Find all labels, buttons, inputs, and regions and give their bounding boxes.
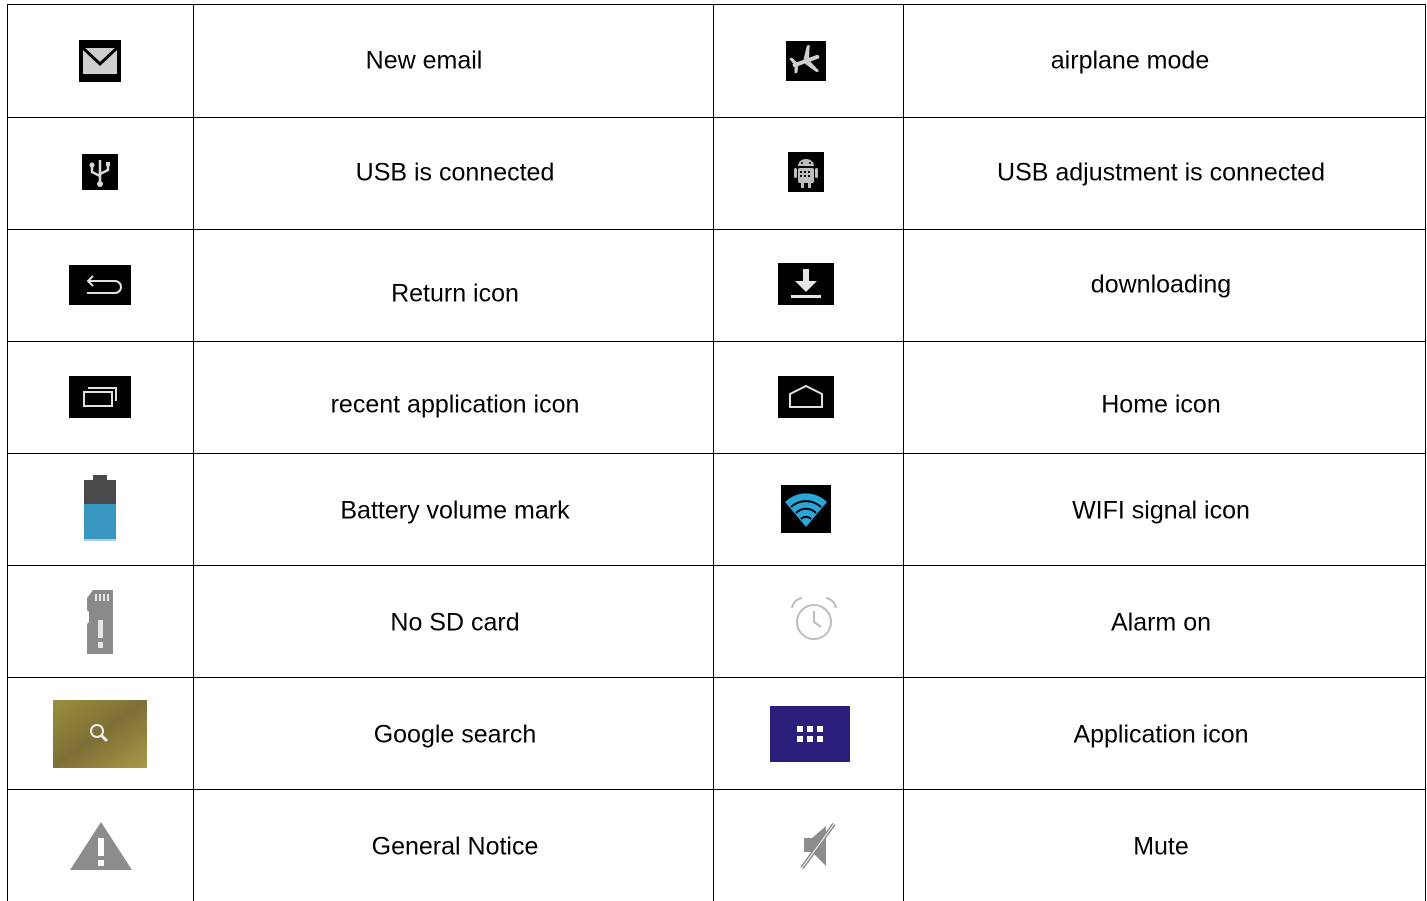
table-cell-label: Alarm on	[1110, 608, 1212, 637]
warning-icon	[70, 822, 132, 870]
table-cell-label: Home icon	[1101, 390, 1221, 419]
table-cell-label: Mute	[1133, 832, 1189, 861]
sd-card-icon	[87, 590, 113, 654]
icon-legend-table	[7, 4, 1426, 901]
row-divider	[8, 565, 1425, 566]
home-icon	[778, 376, 834, 418]
row-divider	[8, 229, 1425, 230]
row-divider	[8, 117, 1425, 118]
table-cell-label: downloading	[1090, 270, 1232, 299]
table-cell-label: Return icon	[391, 279, 519, 308]
recent-apps-icon	[69, 376, 131, 418]
table-cell-label: airplane mode	[1050, 46, 1210, 75]
table-cell-label: recent application icon	[330, 390, 580, 419]
back-arrow-icon	[69, 265, 131, 305]
app-grid-icon	[770, 706, 850, 762]
battery-icon	[84, 475, 116, 541]
table-cell-label: WIFI signal icon	[1072, 496, 1250, 525]
usb-icon	[82, 154, 118, 190]
wifi-icon	[781, 485, 831, 533]
download-icon	[778, 263, 834, 305]
table-cell-label: No SD card	[390, 608, 520, 637]
row-divider	[8, 453, 1425, 454]
row-divider	[8, 789, 1425, 790]
table-cell-label: New email	[365, 46, 483, 75]
table-cell-label: Google search	[373, 720, 537, 749]
row-divider	[8, 341, 1425, 342]
table-cell-label: General Notice	[371, 832, 539, 861]
table-cell-label: Battery volume mark	[340, 496, 570, 525]
airplane-icon	[786, 41, 826, 81]
android-debug-icon	[788, 152, 824, 192]
table-cell-label: USB is connected	[355, 158, 555, 187]
search-icon	[53, 700, 147, 768]
row-divider	[8, 677, 1425, 678]
alarm-clock-icon	[791, 597, 837, 640]
table-cell-label: Application icon	[1073, 720, 1249, 749]
envelope-icon	[79, 40, 121, 82]
table-cell-label: USB adjustment is connected	[997, 158, 1325, 187]
mute-icon	[800, 822, 836, 870]
